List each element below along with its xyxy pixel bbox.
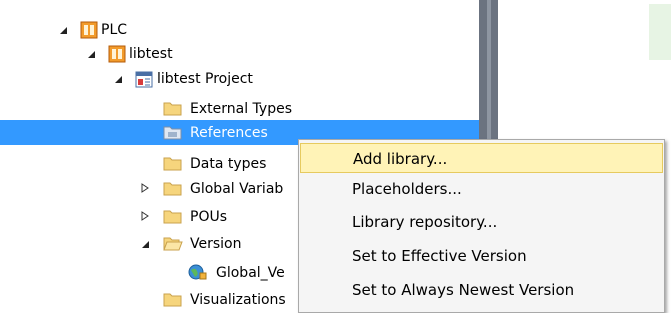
references-folder-icon <box>163 124 182 140</box>
tree-node-label: Data types <box>190 156 267 172</box>
plc-device-icon <box>108 45 126 63</box>
folder-icon <box>163 208 182 224</box>
menu-item-label: Set to Always Newest Version <box>352 281 575 299</box>
tree-node-label: External Types <box>190 101 292 117</box>
collapsed-arrow-icon[interactable] <box>139 182 151 194</box>
folder-icon <box>163 180 182 196</box>
expanded-arrow-icon[interactable] <box>112 73 124 85</box>
menu-item-set-always-newest-version[interactable]: Set to Always Newest Version <box>300 275 663 305</box>
tree-node-label: Visualizations <box>190 292 286 308</box>
tree-node-label: Version <box>190 236 242 252</box>
global-version-icon <box>187 263 207 280</box>
editor-tab-indicator <box>649 4 671 60</box>
tree-node-label: POUs <box>190 209 228 225</box>
menu-item-placeholders[interactable]: Placeholders... <box>300 174 663 204</box>
expanded-arrow-icon[interactable] <box>85 48 97 60</box>
menu-item-label: Set to Effective Version <box>352 247 527 265</box>
menu-item-add-library[interactable]: Add library... <box>300 143 663 173</box>
menu-item-label: Placeholders... <box>352 180 462 198</box>
context-menu: Add library... Placeholders... Library r… <box>298 139 665 313</box>
menu-item-set-effective-version[interactable]: Set to Effective Version <box>300 241 663 271</box>
tree-node-label: References <box>190 125 268 141</box>
tree-node-label: Global_Ve <box>216 265 285 281</box>
tree-node-label: libtest Project <box>157 71 253 87</box>
folder-icon <box>163 155 182 171</box>
menu-item-label: Add library... <box>353 150 448 168</box>
plc-device-icon <box>80 21 98 39</box>
tree-node-label: Global Variab <box>190 181 284 197</box>
project-icon <box>135 70 153 88</box>
expanded-arrow-icon[interactable] <box>57 24 69 36</box>
menu-item-label: Library repository... <box>352 213 498 231</box>
expanded-arrow-icon[interactable] <box>139 238 151 250</box>
folder-icon <box>163 100 182 116</box>
open-folder-icon <box>163 235 183 251</box>
tree-node-label: PLC <box>101 22 128 38</box>
collapsed-arrow-icon[interactable] <box>139 210 151 222</box>
tree-node-label: libtest <box>129 46 173 62</box>
folder-icon <box>163 291 182 307</box>
menu-item-library-repository[interactable]: Library repository... <box>300 207 663 237</box>
